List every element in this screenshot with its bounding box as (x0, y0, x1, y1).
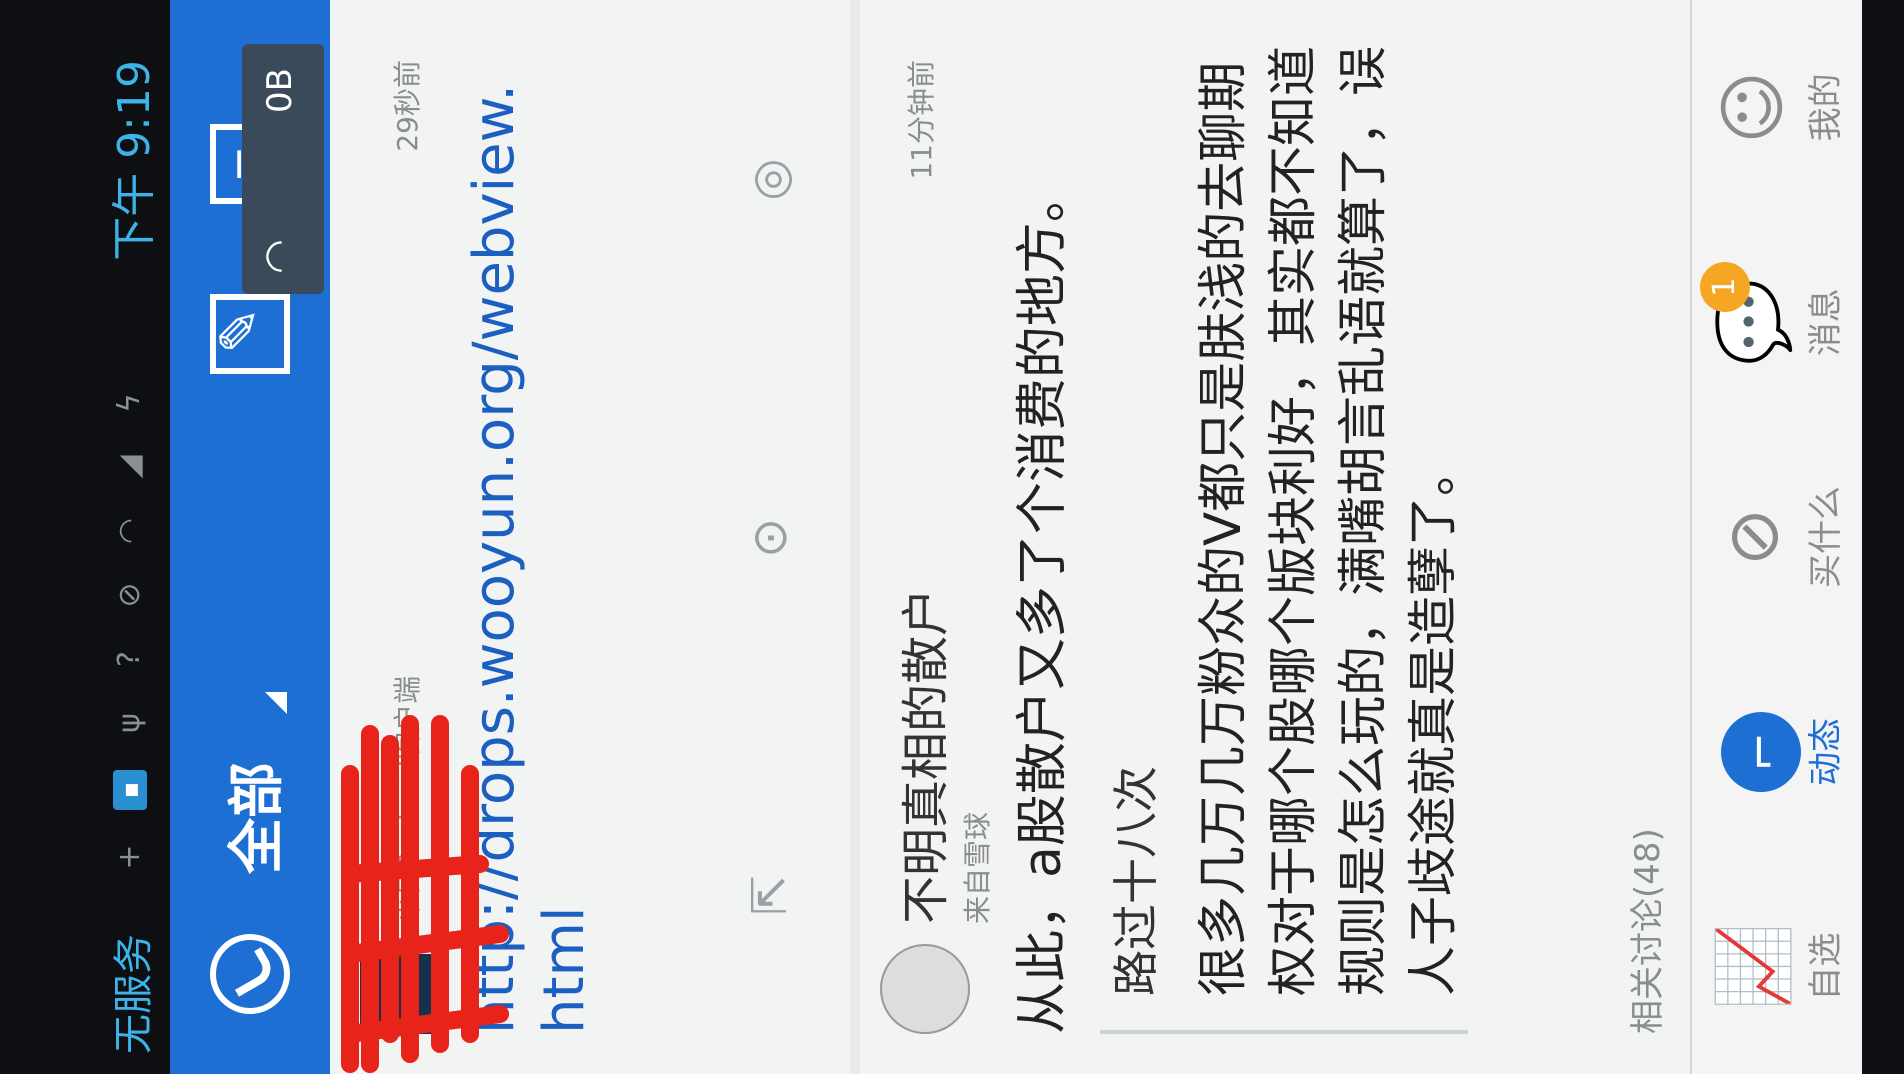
tab-profile[interactable]: ☺ 我的 (1708, 17, 1847, 197)
share-icon[interactable]: ⇱ (742, 875, 798, 915)
post-time: 29秒前 (391, 60, 424, 152)
comment-icon[interactable]: ⊙ (742, 518, 798, 558)
plus-icon: + (112, 844, 147, 870)
feed-post[interactable]: 不明真相的散户 来自雪球 11分钟前 从此，a股散户又多了个消费的地方。 路过十… (860, 0, 1690, 1074)
tab-label: 自选 (1805, 932, 1846, 1001)
tab-feed[interactable]: ⌐ 动态 (1708, 662, 1847, 842)
tab-label: 消息 (1805, 288, 1846, 357)
app-logo-icon[interactable] (210, 934, 290, 1014)
reward-icon[interactable]: ◎ (742, 159, 798, 201)
compass-icon: ⊘ (1711, 507, 1794, 567)
avatar[interactable] (880, 944, 970, 1034)
phone-screen: 无服务 + ▪ ψ ? ⊘ ◠ ◢ ϟ 下午 9:19 全部 ≣ ◠ 0B 来自… (0, 0, 1904, 1074)
red-annotation-scribble (341, 715, 509, 1073)
chat-icon: 💬 1 (1699, 232, 1798, 412)
post-text: 从此，a股散户又多了个消费的地方。 (1013, 170, 1073, 1034)
network-speed: 0B (260, 68, 300, 113)
quoted-post[interactable]: 路过十八次 很多几万几万粉众的V都只是肤浅的去聊期权对于哪个股哪个版块利好，其实… (1100, 16, 1468, 1034)
post-username[interactable]: 不明真相的散户 (886, 588, 956, 924)
status-icons: + ▪ ψ ? ⊘ ◠ ◢ ϟ (108, 260, 152, 874)
wifi-icon: ◠ (112, 517, 147, 545)
user-icon: ☺ (1711, 70, 1794, 144)
signal-icon: ◢ (112, 455, 147, 479)
tab-discover[interactable]: ⊘ 买什么 (1708, 447, 1847, 627)
battery-saver-icon: ▪ (113, 770, 147, 810)
unread-badge: 1 (1699, 262, 1750, 313)
clock: 下午 9:19 (109, 60, 160, 261)
usb-icon: ψ (112, 713, 147, 733)
help-icon: ? (112, 651, 147, 667)
carrier-label: 无服务 (111, 934, 157, 1054)
network-speed-overlay: ◠ 0B (242, 44, 324, 294)
related-discussion-link[interactable]: 相关讨论(48) (1620, 828, 1669, 1034)
feed-list[interactable]: 来自Android客户端 29秒前 http://drops.wooyun.or… (330, 0, 1690, 1074)
quoted-text: 很多几万几万粉众的V都只是肤浅的去聊期权对于哪个股哪个版块利好，其实都不知道规则… (1194, 46, 1462, 996)
feed-filter-dropdown[interactable]: 全部 (212, 762, 293, 874)
tab-label: 我的 (1805, 73, 1846, 142)
status-bar: 无服务 + ▪ ψ ? ⊘ ◠ ◢ ϟ 下午 9:19 (90, 0, 170, 1074)
tab-messages[interactable]: 💬 1 消息 (1699, 232, 1847, 412)
tab-label: 买什么 (1805, 486, 1846, 589)
post-time: 11分钟前 (905, 60, 938, 180)
mute-icon: ⊘ (112, 582, 147, 608)
charging-icon: ϟ (112, 393, 147, 413)
feed-icon: ⌐ (1708, 662, 1801, 842)
tab-label: 动态 (1805, 717, 1846, 786)
compose-icon[interactable] (210, 294, 290, 374)
dropdown-caret-icon (265, 692, 287, 714)
post-actions: ⇱ ⊙ ◎ (730, 0, 810, 1074)
quoted-username[interactable]: 路过十八次 (1100, 16, 1166, 996)
bottom-tab-bar: 📈 自选 ⌐ 动态 ⊘ 买什么 💬 1 消息 ☺ 我的 (1690, 0, 1862, 1074)
post-source: 来自雪球 (961, 811, 994, 924)
wifi-icon: ◠ (256, 239, 302, 274)
chart-line-icon: 📈 (1711, 923, 1794, 1011)
tab-watchlist[interactable]: 📈 自选 (1708, 877, 1847, 1057)
